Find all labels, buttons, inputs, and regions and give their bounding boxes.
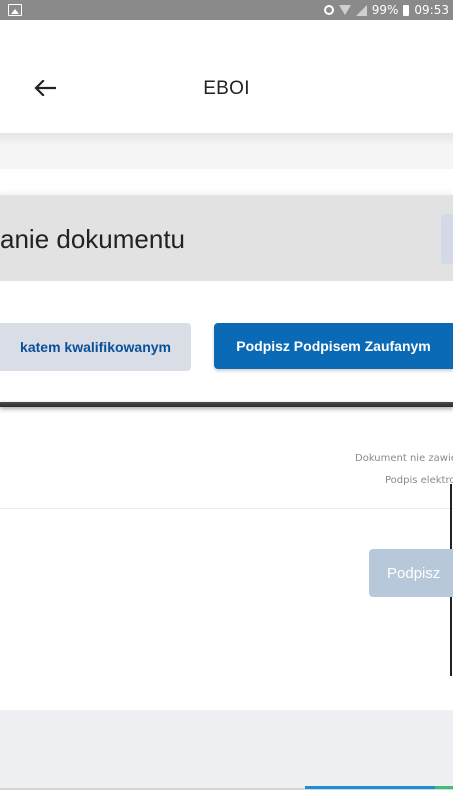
sign-button[interactable]: Podpisz: [369, 549, 453, 597]
divider: [0, 402, 453, 407]
progress-accent-end: [435, 786, 453, 789]
battery-level: 99%: [371, 3, 399, 17]
status-bar: 99% 09:53: [0, 0, 453, 20]
footer-band: [0, 710, 453, 788]
page-title: EBOI: [203, 78, 250, 99]
status-indicators: 99% 09:53: [323, 2, 449, 18]
document-info-text: Dokument nie zawie: [355, 453, 453, 464]
sign-with-certificate-button[interactable]: katem kwalifikowanym: [0, 323, 191, 371]
alarm-icon: [323, 5, 334, 15]
heading-side-button[interactable]: [441, 214, 453, 264]
clock: 09:53: [414, 3, 449, 17]
wifi-icon: [338, 5, 351, 15]
image-icon: [8, 4, 22, 16]
app-header: EBOI: [0, 20, 453, 132]
section-heading: anie dokumentu: [0, 224, 186, 254]
toolbar-band: [0, 133, 453, 169]
battery-icon: [403, 4, 410, 16]
sign-with-trusted-profile-button[interactable]: Podpisz Podpisem Zaufanym: [214, 323, 453, 369]
signal-icon: [355, 4, 367, 16]
separator-line: [0, 508, 453, 509]
signature-info-text: Podpis elektro: [385, 475, 453, 486]
progress-accent: [305, 786, 435, 789]
